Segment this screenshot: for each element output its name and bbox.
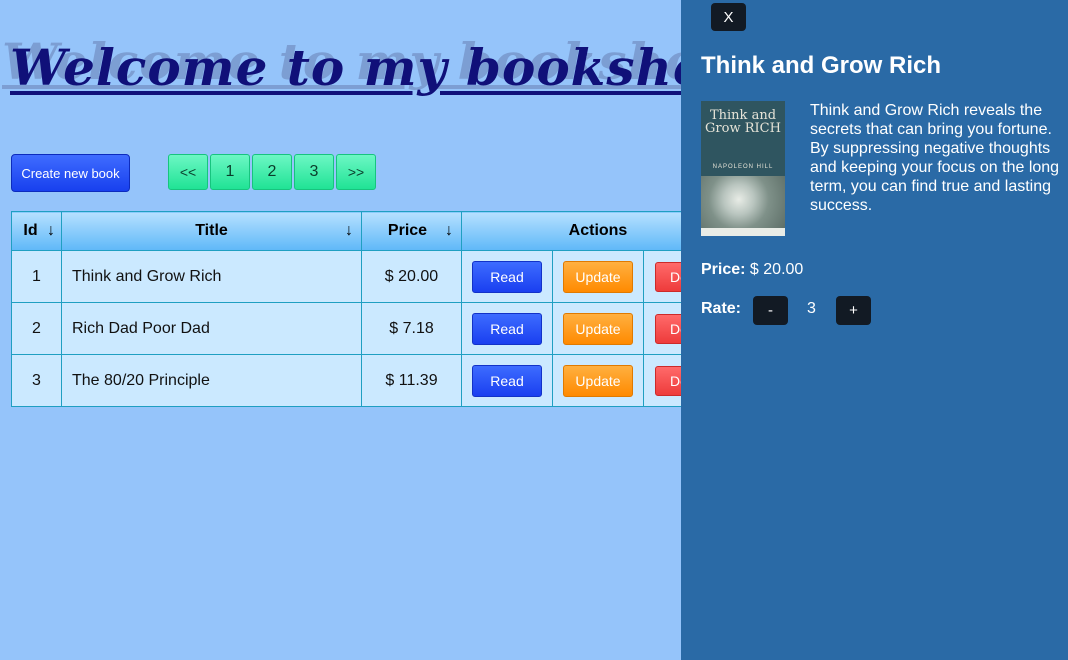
update-button[interactable]: Update <box>563 260 633 293</box>
rate-value: 3 <box>807 300 816 317</box>
row-price: $ 11.39 <box>361 354 462 407</box>
cover-title: Think and Grow RICH <box>705 108 781 136</box>
read-button[interactable]: Read <box>472 260 542 293</box>
column-header-title[interactable]: Title ↓ <box>61 211 362 251</box>
sort-arrow-icon[interactable]: ↓ <box>47 222 55 240</box>
row-read-cell: Read <box>461 250 553 303</box>
close-panel-button[interactable]: X <box>711 3 746 31</box>
update-button[interactable]: Update <box>563 364 633 397</box>
rate-increase-button[interactable]: + <box>836 296 871 325</box>
cover-author: NAPOLEON HILL <box>712 164 774 170</box>
sort-arrow-icon[interactable]: ↓ <box>445 222 453 240</box>
page-title: Welcome to my bookshop <box>10 38 744 97</box>
rate-decrease-button[interactable]: - <box>753 296 788 325</box>
book-description: Think and Grow Rich reveals the secrets … <box>810 102 1060 214</box>
column-header-price-label: Price <box>387 222 428 239</box>
table-row: 2 Rich Dad Poor Dad $ 7.18 Read Update D… <box>11 302 735 355</box>
column-header-id-label: Id <box>23 222 38 239</box>
price-value: $ 20.00 <box>749 261 804 278</box>
row-title: Think and Grow Rich <box>61 250 362 303</box>
row-read-cell: Read <box>461 354 553 407</box>
row-price: $ 7.18 <box>361 302 462 355</box>
price-row: Price: $ 20.00 <box>701 261 803 279</box>
page-1-button[interactable]: 1 <box>210 154 250 190</box>
book-cover-image: Think and Grow RICH NAPOLEON HILL <box>701 101 785 236</box>
books-table: Id ↓ Title ↓ Price ↓ Actions 1 Think and… <box>11 211 735 407</box>
column-header-title-label: Title <box>195 222 228 239</box>
rate-label: Rate: <box>701 300 742 317</box>
cover-strip <box>701 228 785 236</box>
row-id: 3 <box>11 354 62 407</box>
row-update-cell: Update <box>552 250 644 303</box>
price-label: Price: <box>701 261 746 278</box>
table-header-row: Id ↓ Title ↓ Price ↓ Actions <box>11 211 735 251</box>
page-3-button[interactable]: 3 <box>294 154 334 190</box>
read-button[interactable]: Read <box>472 312 542 345</box>
column-header-actions-label: Actions <box>568 222 628 239</box>
book-detail-panel: X Think and Grow Rich Think and Grow RIC… <box>681 0 1068 660</box>
create-book-button[interactable]: Create new book <box>11 154 130 192</box>
update-button[interactable]: Update <box>563 312 633 345</box>
column-header-price[interactable]: Price ↓ <box>361 211 462 251</box>
page-last-button[interactable]: >> <box>336 154 376 190</box>
row-read-cell: Read <box>461 302 553 355</box>
row-id: 1 <box>11 250 62 303</box>
row-title: Rich Dad Poor Dad <box>61 302 362 355</box>
pagination: << 1 2 3 >> <box>168 154 378 190</box>
column-header-id[interactable]: Id ↓ <box>11 211 62 251</box>
sort-arrow-icon[interactable]: ↓ <box>345 222 353 240</box>
read-button[interactable]: Read <box>472 364 542 397</box>
page-first-button[interactable]: << <box>168 154 208 190</box>
table-row: 3 The 80/20 Principle $ 11.39 Read Updat… <box>11 354 735 407</box>
book-title: Think and Grow Rich <box>701 52 942 79</box>
cover-artwork <box>701 176 785 228</box>
row-update-cell: Update <box>552 354 644 407</box>
row-price: $ 20.00 <box>361 250 462 303</box>
row-id: 2 <box>11 302 62 355</box>
row-title: The 80/20 Principle <box>61 354 362 407</box>
table-row: 1 Think and Grow Rich $ 20.00 Read Updat… <box>11 250 735 303</box>
row-update-cell: Update <box>552 302 644 355</box>
page-2-button[interactable]: 2 <box>252 154 292 190</box>
